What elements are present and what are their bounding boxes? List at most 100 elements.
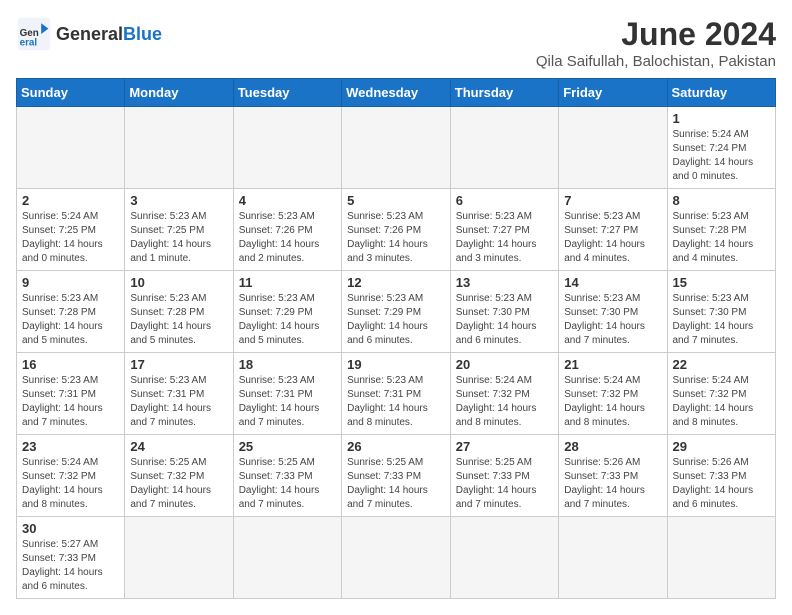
day-number: 28 (564, 439, 661, 454)
calendar-day (342, 517, 451, 599)
calendar-day: 22 Sunrise: 5:24 AM Sunset: 7:32 PM Dayli… (667, 353, 776, 435)
day-info: Sunrise: 5:23 AM Sunset: 7:31 PM Dayligh… (22, 374, 119, 430)
day-info: Sunrise: 5:26 AM Sunset: 7:33 PM Dayligh… (564, 456, 661, 512)
logo-text: GeneralBlue (56, 24, 162, 44)
calendar-day: 8Sunrise: 5:23 AM Sunset: 7:28 PM Daylig… (667, 189, 776, 271)
day-number: 22 (673, 357, 771, 372)
day-number: 11 (239, 275, 336, 290)
calendar-day (233, 107, 341, 189)
day-number: 19 (347, 357, 445, 372)
day-number: 21 (564, 357, 661, 372)
day-info: Sunrise: 5:23 AM Sunset: 7:31 PM Dayligh… (239, 374, 336, 430)
day-info: Sunrise: 5:26 AM Sunset: 7:33 PM Dayligh… (673, 456, 771, 512)
calendar-subtitle: Qila Saifullah, Balochistan, Pakistan (536, 53, 776, 70)
calendar-day: 9 Sunrise: 5:23 AM Sunset: 7:28 PM Daylig… (17, 271, 125, 353)
day-info: Sunrise: 5:25 AM Sunset: 7:33 PM Dayligh… (239, 456, 336, 512)
calendar-day: 24 Sunrise: 5:25 AM Sunset: 7:32 PM Dayli… (125, 435, 233, 517)
calendar-day: 3Sunrise: 5:23 AM Sunset: 7:25 PM Daylig… (125, 189, 233, 271)
calendar-day: 1Sunrise: 5:24 AM Sunset: 7:24 PM Daylig… (667, 107, 776, 189)
calendar-day: 16 Sunrise: 5:23 AM Sunset: 7:31 PM Dayli… (17, 353, 125, 435)
day-number: 29 (673, 439, 771, 454)
day-info: Sunrise: 5:23 AM Sunset: 7:30 PM Dayligh… (456, 292, 553, 348)
header-sunday: Sunday (17, 79, 125, 107)
calendar-day: 2 Sunrise: 5:24 AM Sunset: 7:25 PM Daylig… (17, 189, 125, 271)
header-wednesday: Wednesday (342, 79, 451, 107)
calendar-week-row: 16 Sunrise: 5:23 AM Sunset: 7:31 PM Dayli… (17, 353, 776, 435)
day-info: Sunrise: 5:25 AM Sunset: 7:33 PM Dayligh… (456, 456, 553, 512)
calendar-day: 11 Sunrise: 5:23 AM Sunset: 7:29 PM Dayli… (233, 271, 341, 353)
calendar-day: 13 Sunrise: 5:23 AM Sunset: 7:30 PM Dayli… (450, 271, 558, 353)
calendar-week-row: 9 Sunrise: 5:23 AM Sunset: 7:28 PM Daylig… (17, 271, 776, 353)
calendar-day: 10 Sunrise: 5:23 AM Sunset: 7:28 PM Dayli… (125, 271, 233, 353)
day-info: Sunrise: 5:23 AM Sunset: 7:31 PM Dayligh… (347, 374, 445, 430)
day-info: Sunrise: 5:24 AM Sunset: 7:25 PM Dayligh… (22, 210, 119, 266)
calendar-day (559, 107, 667, 189)
day-info: Sunrise: 5:23 AM Sunset: 7:30 PM Dayligh… (564, 292, 661, 348)
day-number: 26 (347, 439, 445, 454)
calendar-header-row: Sunday Monday Tuesday Wednesday Thursday… (17, 79, 776, 107)
calendar-day (125, 107, 233, 189)
calendar-day: 30 Sunrise: 5:27 AM Sunset: 7:33 PM Dayli… (17, 517, 125, 599)
calendar-day: 18Sunrise: 5:23 AM Sunset: 7:31 PM Dayli… (233, 353, 341, 435)
calendar-day (450, 107, 558, 189)
day-info: Sunrise: 5:23 AM Sunset: 7:31 PM Dayligh… (130, 374, 227, 430)
day-info: Sunrise: 5:27 AM Sunset: 7:33 PM Dayligh… (22, 538, 119, 594)
calendar-day: 5Sunrise: 5:23 AM Sunset: 7:26 PM Daylig… (342, 189, 451, 271)
day-info: Sunrise: 5:23 AM Sunset: 7:30 PM Dayligh… (673, 292, 771, 348)
day-info: Sunrise: 5:23 AM Sunset: 7:29 PM Dayligh… (347, 292, 445, 348)
calendar-day: 6Sunrise: 5:23 AM Sunset: 7:27 PM Daylig… (450, 189, 558, 271)
day-info: Sunrise: 5:23 AM Sunset: 7:29 PM Dayligh… (239, 292, 336, 348)
calendar-day: 19 Sunrise: 5:23 AM Sunset: 7:31 PM Dayli… (342, 353, 451, 435)
calendar-title: June 2024 (536, 16, 776, 53)
day-number: 15 (673, 275, 771, 290)
title-area: June 2024 Qila Saifullah, Balochistan, P… (536, 16, 776, 70)
day-info: Sunrise: 5:23 AM Sunset: 7:26 PM Dayligh… (347, 210, 445, 266)
day-number: 9 (22, 275, 119, 290)
logo-icon: Gen eral (16, 16, 52, 52)
svg-text:eral: eral (20, 38, 38, 49)
calendar-day (17, 107, 125, 189)
calendar-week-row: 23Sunrise: 5:24 AM Sunset: 7:32 PM Dayli… (17, 435, 776, 517)
calendar-table: Sunday Monday Tuesday Wednesday Thursday… (16, 78, 776, 599)
calendar-day: 21Sunrise: 5:24 AM Sunset: 7:32 PM Dayli… (559, 353, 667, 435)
calendar-day: 12Sunrise: 5:23 AM Sunset: 7:29 PM Dayli… (342, 271, 451, 353)
calendar-week-row: 1Sunrise: 5:24 AM Sunset: 7:24 PM Daylig… (17, 107, 776, 189)
day-number: 24 (130, 439, 227, 454)
header: Gen eral GeneralBlue June 2024 Qila Saif… (16, 16, 776, 70)
calendar-day (125, 517, 233, 599)
header-thursday: Thursday (450, 79, 558, 107)
calendar-day (559, 517, 667, 599)
header-tuesday: Tuesday (233, 79, 341, 107)
calendar-day: 17 Sunrise: 5:23 AM Sunset: 7:31 PM Dayli… (125, 353, 233, 435)
calendar-day: 20Sunrise: 5:24 AM Sunset: 7:32 PM Dayli… (450, 353, 558, 435)
day-number: 16 (22, 357, 119, 372)
day-number: 20 (456, 357, 553, 372)
day-number: 3 (130, 193, 227, 208)
calendar-day (233, 517, 341, 599)
calendar-week-row: 30 Sunrise: 5:27 AM Sunset: 7:33 PM Dayli… (17, 517, 776, 599)
day-info: Sunrise: 5:23 AM Sunset: 7:26 PM Dayligh… (239, 210, 336, 266)
calendar-day: 28 Sunrise: 5:26 AM Sunset: 7:33 PM Dayli… (559, 435, 667, 517)
day-number: 8 (673, 193, 771, 208)
day-number: 17 (130, 357, 227, 372)
logo: Gen eral GeneralBlue (16, 16, 162, 52)
day-number: 14 (564, 275, 661, 290)
day-number: 25 (239, 439, 336, 454)
day-number: 10 (130, 275, 227, 290)
day-info: Sunrise: 5:25 AM Sunset: 7:32 PM Dayligh… (130, 456, 227, 512)
day-info: Sunrise: 5:23 AM Sunset: 7:27 PM Dayligh… (564, 210, 661, 266)
day-info: Sunrise: 5:25 AM Sunset: 7:33 PM Dayligh… (347, 456, 445, 512)
day-number: 30 (22, 521, 119, 536)
day-info: Sunrise: 5:23 AM Sunset: 7:28 PM Dayligh… (130, 292, 227, 348)
calendar-day: 14 Sunrise: 5:23 AM Sunset: 7:30 PM Dayli… (559, 271, 667, 353)
header-friday: Friday (559, 79, 667, 107)
day-number: 13 (456, 275, 553, 290)
calendar-day: 4Sunrise: 5:23 AM Sunset: 7:26 PM Daylig… (233, 189, 341, 271)
calendar-day (667, 517, 776, 599)
day-number: 2 (22, 193, 119, 208)
day-info: Sunrise: 5:24 AM Sunset: 7:32 PM Dayligh… (673, 374, 771, 430)
day-info: Sunrise: 5:23 AM Sunset: 7:28 PM Dayligh… (22, 292, 119, 348)
calendar-week-row: 2 Sunrise: 5:24 AM Sunset: 7:25 PM Daylig… (17, 189, 776, 271)
day-number: 23 (22, 439, 119, 454)
calendar-day: 29 Sunrise: 5:26 AM Sunset: 7:33 PM Dayli… (667, 435, 776, 517)
